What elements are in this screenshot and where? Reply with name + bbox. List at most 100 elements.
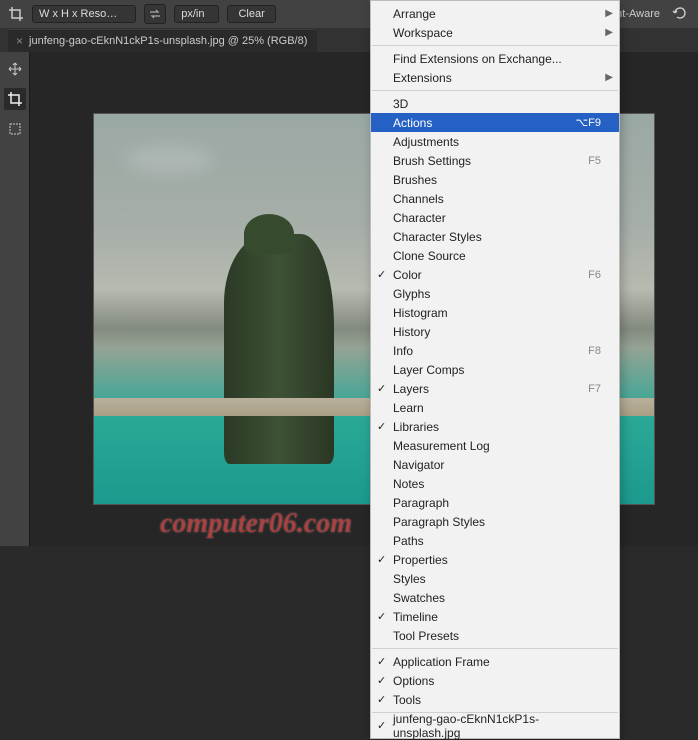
checkmark-icon: ✓ [377, 382, 386, 395]
menu-item-label: Layer Comps [393, 363, 601, 377]
menu-item-label: Timeline [393, 610, 601, 624]
menu-item-paragraph[interactable]: Paragraph [371, 493, 619, 512]
menu-item-character-styles[interactable]: Character Styles [371, 227, 619, 246]
menu-item-arrange[interactable]: Arrange▶ [371, 4, 619, 23]
menu-item-clone-source[interactable]: Clone Source [371, 246, 619, 265]
menu-item-glyphs[interactable]: Glyphs [371, 284, 619, 303]
menu-item-layer-comps[interactable]: Layer Comps [371, 360, 619, 379]
menu-separator [372, 45, 618, 46]
menu-item-label: Learn [393, 401, 601, 415]
menu-item-label: Libraries [393, 420, 601, 434]
chevron-right-icon: ▶ [605, 27, 613, 38]
menu-item-history[interactable]: History [371, 322, 619, 341]
menu-item-shortcut: F8 [588, 345, 601, 357]
units-select[interactable]: px/in [174, 5, 219, 23]
menu-item-timeline[interactable]: ✓ Timeline [371, 607, 619, 626]
menu-item-label: junfeng-gao-cEknN1ckP1s-unsplash.jpg [393, 712, 601, 740]
menu-item-label: Paragraph [393, 496, 601, 510]
crop-tool-icon[interactable] [4, 88, 26, 110]
menu-item-label: Measurement Log [393, 439, 601, 453]
menu-item-label: Workspace [393, 26, 601, 40]
menu-item-workspace[interactable]: Workspace ▶ [371, 23, 619, 42]
checkmark-icon: ✓ [377, 553, 386, 566]
menu-item-shortcut: F6 [588, 269, 601, 281]
menu-item-notes[interactable]: Notes [371, 474, 619, 493]
checkmark-icon: ✓ [377, 719, 386, 732]
swap-dimensions-button[interactable] [144, 4, 166, 24]
menu-item-libraries[interactable]: ✓ Libraries [371, 417, 619, 436]
menu-item-measurement-log[interactable]: Measurement Log [371, 436, 619, 455]
checkmark-icon: ✓ [377, 420, 386, 433]
menu-item-label: Paths [393, 534, 601, 548]
menu-item-paragraph-styles[interactable]: Paragraph Styles [371, 512, 619, 531]
menu-item-label: Notes [393, 477, 601, 491]
document-tab[interactable]: × junfeng-gao-cEknN1ckP1s-unsplash.jpg @… [8, 29, 317, 52]
menu-item-label: Extensions [393, 71, 601, 85]
menu-item-label: Brush Settings [393, 154, 588, 168]
menu-item-extensions[interactable]: Extensions ▶ [371, 68, 619, 87]
menu-item-paths[interactable]: Paths [371, 531, 619, 550]
checkmark-icon: ✓ [377, 674, 386, 687]
menu-item-label: Histogram [393, 306, 601, 320]
menu-item-find-extensions-on-exchange[interactable]: Find Extensions on Exchange... [371, 49, 619, 68]
menu-item-tools[interactable]: ✓ Tools [371, 690, 619, 709]
menu-item-properties[interactable]: ✓ Properties [371, 550, 619, 569]
crop-preset-select[interactable]: W x H x Reso… [32, 5, 136, 23]
menu-item-label: Info [393, 344, 588, 358]
menu-item-label: Arrange [393, 7, 601, 21]
clear-button[interactable]: Clear [227, 5, 275, 23]
toolbox [0, 52, 30, 546]
document-tab-title: junfeng-gao-cEknN1ckP1s-unsplash.jpg @ 2… [29, 35, 307, 47]
chevron-right-icon: ▶ [605, 72, 613, 83]
menu-item-label: Character [393, 211, 601, 225]
menu-item-actions[interactable]: Actions⌥F9 [371, 113, 619, 132]
window-menu-dropdown: Arrange▶Workspace▶Find Extensions on Exc… [370, 0, 620, 739]
menu-item-options[interactable]: ✓Options [371, 671, 619, 690]
menu-item-info[interactable]: InfoF8 [371, 341, 619, 360]
menu-item-label: Actions [393, 116, 575, 130]
checkmark-icon: ✓ [377, 693, 386, 706]
menu-item-label: Layers [393, 382, 588, 396]
menu-item-label: Swatches [393, 591, 601, 605]
checkmark-icon: ✓ [377, 610, 386, 623]
menu-item-brush-settings[interactable]: Brush SettingsF5 [371, 151, 619, 170]
menu-item-label: Find Extensions on Exchange... [393, 52, 601, 66]
menu-item-adjustments[interactable]: Adjustments [371, 132, 619, 151]
menu-item-layers[interactable]: ✓ LayersF7 [371, 379, 619, 398]
menu-item-brushes[interactable]: Brushes [371, 170, 619, 189]
menu-item-histogram[interactable]: Histogram [371, 303, 619, 322]
crop-tool-icon [8, 6, 24, 22]
menu-item-styles[interactable]: Styles [371, 569, 619, 588]
move-tool-icon[interactable] [4, 58, 26, 80]
menu-item-character[interactable]: Character [371, 208, 619, 227]
menu-item-label: Tools [393, 693, 601, 707]
menu-item-label: Adjustments [393, 135, 601, 149]
menu-item-swatches[interactable]: Swatches [371, 588, 619, 607]
menu-item-shortcut: F5 [588, 155, 601, 167]
menu-item-color[interactable]: ✓ColorF6 [371, 265, 619, 284]
menu-item-navigator[interactable]: Navigator [371, 455, 619, 474]
menu-item-tool-presets[interactable]: Tool Presets [371, 626, 619, 645]
checkmark-icon: ✓ [377, 655, 386, 668]
menu-item-3d[interactable]: 3D [371, 94, 619, 113]
tool-slot[interactable] [4, 118, 26, 140]
menu-item-label: Properties [393, 553, 601, 567]
reset-icon[interactable] [672, 5, 690, 23]
menu-item-learn[interactable]: Learn [371, 398, 619, 417]
menu-item-label: Paragraph Styles [393, 515, 601, 529]
menu-item-shortcut: ⌥F9 [575, 116, 601, 129]
menu-item-label: Channels [393, 192, 601, 206]
menu-item-junfeng-gao-ceknn1ckp1s-unsplash-jpg[interactable]: ✓junfeng-gao-cEknN1ckP1s-unsplash.jpg [371, 716, 619, 735]
menu-item-shortcut: F7 [588, 383, 601, 395]
menu-item-application-frame[interactable]: ✓ Application Frame [371, 652, 619, 671]
menu-item-label: Navigator [393, 458, 601, 472]
menu-item-label: Tool Presets [393, 629, 601, 643]
close-icon[interactable]: × [16, 34, 23, 48]
menu-item-label: Styles [393, 572, 601, 586]
menu-item-label: Color [393, 268, 588, 282]
menu-item-channels[interactable]: Channels [371, 189, 619, 208]
menu-item-label: Clone Source [393, 249, 601, 263]
crop-preset-label: W x H x Reso… [39, 8, 117, 20]
menu-item-label: 3D [393, 97, 601, 111]
menu-item-label: Application Frame [393, 655, 601, 669]
